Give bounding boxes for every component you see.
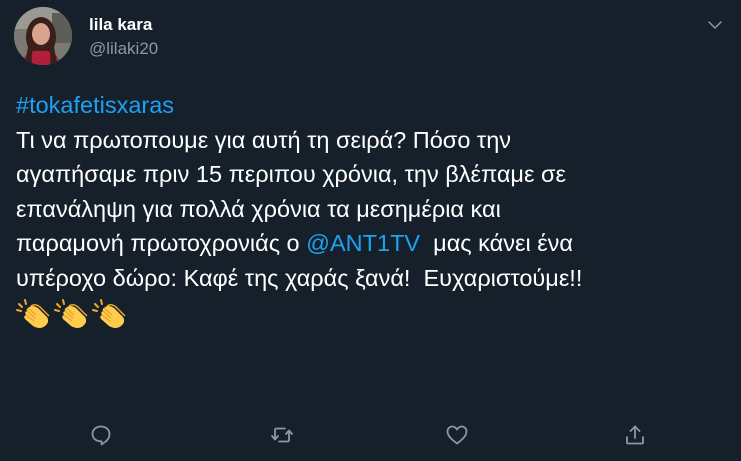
tweet-text-segment: μας κάνει ένα <box>420 230 574 256</box>
hashtag-link[interactable]: #tokafetisxaras <box>16 92 174 118</box>
user-handle[interactable]: @lilaki20 <box>89 38 158 60</box>
like-icon <box>446 425 468 445</box>
like-button[interactable] <box>443 421 471 449</box>
mention-link[interactable]: @ANT1TV <box>306 230 420 256</box>
avatar[interactable] <box>14 7 72 65</box>
tweet-text-line: υπέροχο δώρο: Καφέ της χαράς ξανά! Ευχαρ… <box>16 264 583 291</box>
tweet-text-line: Τι να πρωτοπουμε για αυτή τη σειρά? Πόσο… <box>16 126 512 153</box>
clapping-hands-icon <box>54 298 90 330</box>
retweet-button[interactable] <box>268 421 296 449</box>
tweet-text: #tokafetisxaras Τι να πρωτοπουμε για αυτ… <box>16 88 731 330</box>
reply-icon <box>91 425 111 446</box>
tweet-text-line: αγαπήσαμε πριν 15 περιπου χρόνια, την βλ… <box>16 161 566 187</box>
tweet-text-line: επανάληψη για πολλά χρόνια τα μεσημέρια … <box>16 195 501 222</box>
profile-photo-avatar-icon <box>14 7 72 65</box>
clapping-hands-icon <box>16 298 52 330</box>
tweet-card: lila kara @lilaki20 #tokafetisxaras Τι ν… <box>0 0 741 461</box>
reply-button[interactable] <box>87 421 115 449</box>
share-button[interactable] <box>621 421 649 449</box>
more-options-button[interactable] <box>704 14 726 36</box>
share-icon <box>626 425 644 445</box>
retweet-icon <box>271 427 293 443</box>
tweet-actions-bar <box>0 421 741 451</box>
chevron-down-icon <box>708 21 722 29</box>
display-name[interactable]: lila kara <box>89 14 152 36</box>
tweet-text-segment: παραμονή πρωτοχρονιάς ο <box>16 230 307 256</box>
clapping-hands-icon <box>92 298 128 330</box>
